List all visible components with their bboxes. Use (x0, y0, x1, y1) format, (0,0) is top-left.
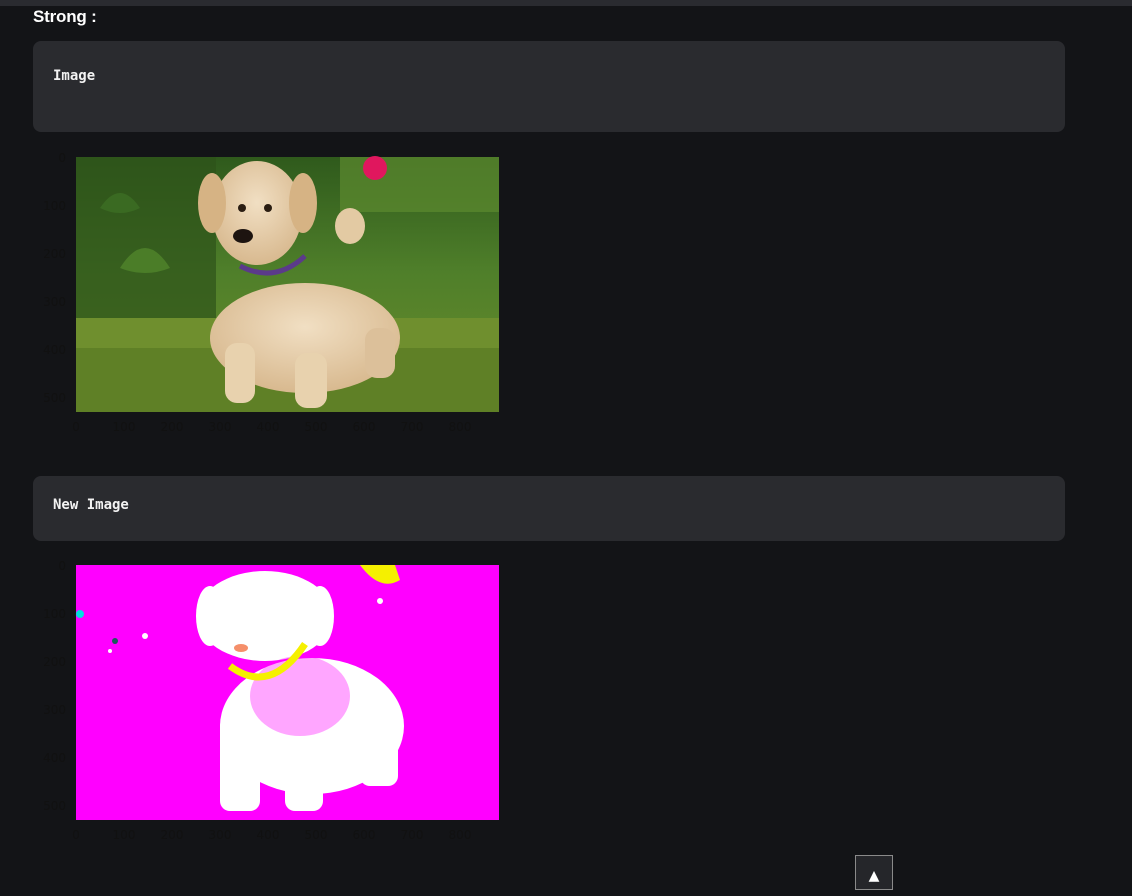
x-tick-label: 0 (72, 828, 80, 842)
scroll-to-top-button[interactable]: ▲ (855, 855, 893, 890)
x-tick-label: 200 (161, 828, 184, 842)
plot-svg: 0 100 200 300 400 500 0 100 200 300 400 … (43, 559, 499, 842)
x-tick-label: 400 (257, 828, 280, 842)
section-heading: Strong : (33, 7, 97, 26)
x-tick-label: 500 (305, 828, 328, 842)
x-tick-label: 300 (209, 420, 232, 434)
x-tick-label: 500 (305, 420, 328, 434)
x-tick-label: 300 (209, 828, 232, 842)
x-tick-label: 100 (113, 420, 136, 434)
x-tick-label: 100 (113, 828, 136, 842)
x-tick-label: 200 (161, 420, 184, 434)
y-tick-label: 200 (43, 655, 66, 669)
code-text: New Image (53, 497, 129, 513)
x-tick-label: 700 (401, 828, 424, 842)
y-tick-label: 200 (43, 247, 66, 261)
y-axis: 0 100 200 300 400 500 (43, 151, 66, 405)
y-tick-label: 300 (43, 703, 66, 717)
x-tick-label: 0 (72, 420, 80, 434)
y-tick-label: 300 (43, 295, 66, 309)
y-tick-label: 0 (58, 559, 66, 573)
y-tick-label: 0 (58, 151, 66, 165)
code-cell-image[interactable]: Image (33, 41, 1065, 132)
image-plot-original: 0 100 200 300 400 500 0 100 200 300 400 … (40, 148, 510, 438)
up-arrow-icon: ▲ (868, 868, 880, 884)
x-tick-label: 400 (257, 420, 280, 434)
y-axis: 0 100 200 300 400 500 (43, 559, 66, 813)
y-tick-label: 100 (43, 607, 66, 621)
x-axis: 0 100 200 300 400 500 600 700 800 (72, 828, 471, 842)
top-bar (0, 0, 1132, 6)
y-tick-label: 500 (43, 391, 66, 405)
x-axis: 0 100 200 300 400 500 600 700 800 (72, 420, 471, 434)
image-plot-thresholded: 0 100 200 300 400 500 0 100 200 300 400 … (40, 556, 510, 846)
x-tick-label: 700 (401, 420, 424, 434)
y-tick-label: 100 (43, 199, 66, 213)
plot-svg: 0 100 200 300 400 500 0 100 200 300 400 … (43, 151, 499, 434)
y-tick-label: 500 (43, 799, 66, 813)
y-tick-label: 400 (43, 343, 66, 357)
thresholded-image (76, 565, 499, 820)
y-tick-label: 400 (43, 751, 66, 765)
x-tick-label: 600 (353, 828, 376, 842)
puppy-photo (76, 156, 499, 412)
code-cell-new-image[interactable]: New Image (33, 476, 1065, 541)
x-tick-label: 800 (449, 420, 472, 434)
x-tick-label: 600 (353, 420, 376, 434)
x-tick-label: 800 (449, 828, 472, 842)
code-text: Image (53, 68, 96, 84)
